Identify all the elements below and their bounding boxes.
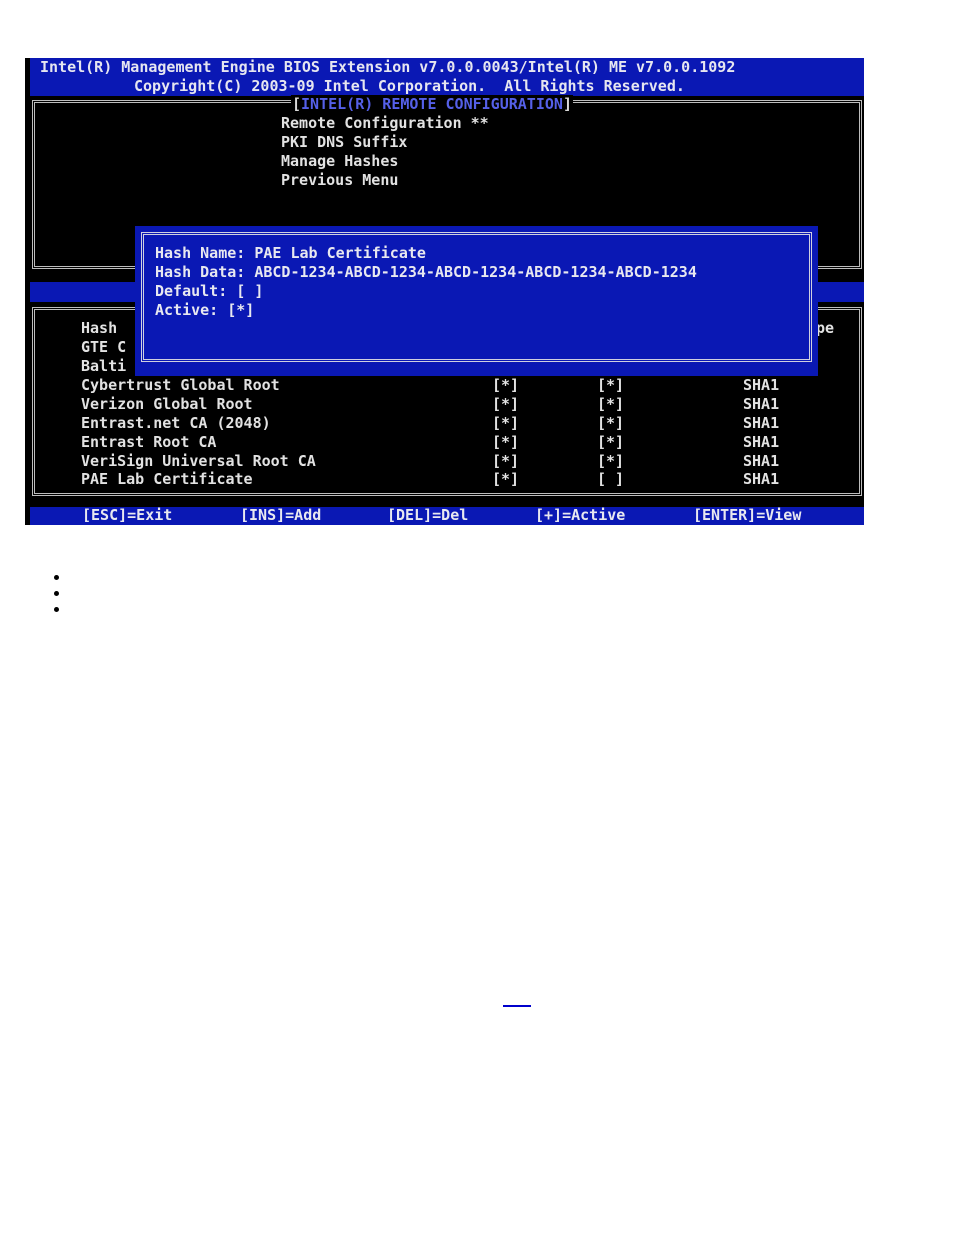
hash-row-default: [*] (492, 376, 520, 394)
hash-row-name: Entrast Root CA (81, 433, 217, 451)
hash-row-default: [*] (492, 433, 520, 451)
hash-row-default: [*] (492, 414, 520, 432)
dialog-hash-name: Hash Name: PAE Lab Certificate (155, 244, 426, 262)
menu-title-close-bracket: ] (562, 95, 572, 113)
bios-header: Intel(R) Management Engine BIOS Extensio… (30, 58, 864, 96)
hash-row-default: [*] (492, 395, 520, 413)
hash-table-header-type-partial: pe (816, 319, 835, 337)
key-enter-view[interactable]: [ENTER]=View (693, 506, 801, 525)
menu-title-text: INTEL(R) REMOTE CONFIGURATION (301, 95, 563, 113)
key-plus-active[interactable]: [+]=Active (535, 506, 625, 525)
menu-title: [INTEL(R) REMOTE CONFIGURATION] (291, 95, 573, 114)
hash-detail-dialog: Hash Name: PAE Lab Certificate Hash Data… (135, 226, 818, 376)
hash-row-type: SHA1 (743, 414, 780, 432)
hash-row-active: [*] (597, 395, 625, 413)
dialog-active-checkbox[interactable]: Active: [*] (155, 301, 254, 320)
hash-row-active: [*] (597, 376, 625, 394)
hash-row-name: Cybertrust Global Root (81, 376, 280, 394)
hash-row-type: SHA1 (743, 376, 780, 394)
hash-row-default: [*] (492, 470, 520, 488)
menu-title-open-bracket: [ (292, 95, 302, 113)
hash-row-active: [ ] (597, 470, 625, 488)
hash-table-header-partial: Hash (81, 319, 118, 337)
menu-item-previous-menu[interactable]: Previous Menu (281, 171, 398, 190)
header-line-2: Copyright(C) 2003-09 Intel Corporation. … (134, 77, 685, 95)
hash-row-partial-2[interactable]: Balti (81, 357, 126, 376)
key-legend-bar: [ESC]=Exit [INS]=Add [DEL]=Del [+]=Activ… (30, 506, 864, 525)
hyperlink-underline[interactable] (503, 1005, 531, 1007)
header-line-1: Intel(R) Management Engine BIOS Extensio… (40, 58, 736, 76)
key-ins-add[interactable]: [INS]=Add (240, 506, 321, 525)
hash-row-active: [*] (597, 433, 625, 451)
hash-row-name: Entrast.net CA (2048) (81, 414, 271, 432)
hash-row-default: [*] (492, 452, 520, 470)
hash-row-type: SHA1 (743, 395, 780, 413)
hash-row-partial-1[interactable]: GTE C (81, 338, 126, 357)
menu-item-pki-dns-suffix[interactable]: PKI DNS Suffix (281, 133, 407, 152)
hash-row-type: SHA1 (743, 433, 780, 451)
hash-row-name: VeriSign Universal Root CA (81, 452, 316, 470)
hash-row-type: SHA1 (743, 452, 780, 470)
dialog-hash-data: Hash Data: ABCD-1234-ABCD-1234-ABCD-1234… (155, 263, 697, 281)
hash-row-active: [*] (597, 414, 625, 432)
hash-row-type: SHA1 (743, 470, 780, 488)
key-esc-exit[interactable]: [ESC]=Exit (82, 506, 172, 525)
key-del-delete[interactable]: [DEL]=Del (387, 506, 468, 525)
hash-row-name: Verizon Global Root (81, 395, 253, 413)
menu-item-manage-hashes[interactable]: Manage Hashes (281, 152, 398, 171)
dialog-default-checkbox[interactable]: Default: [ ] (155, 282, 263, 301)
hash-row-active: [*] (597, 452, 625, 470)
menu-item-remote-configuration[interactable]: Remote Configuration ** (281, 114, 489, 133)
hash-row-name: PAE Lab Certificate (81, 470, 253, 488)
